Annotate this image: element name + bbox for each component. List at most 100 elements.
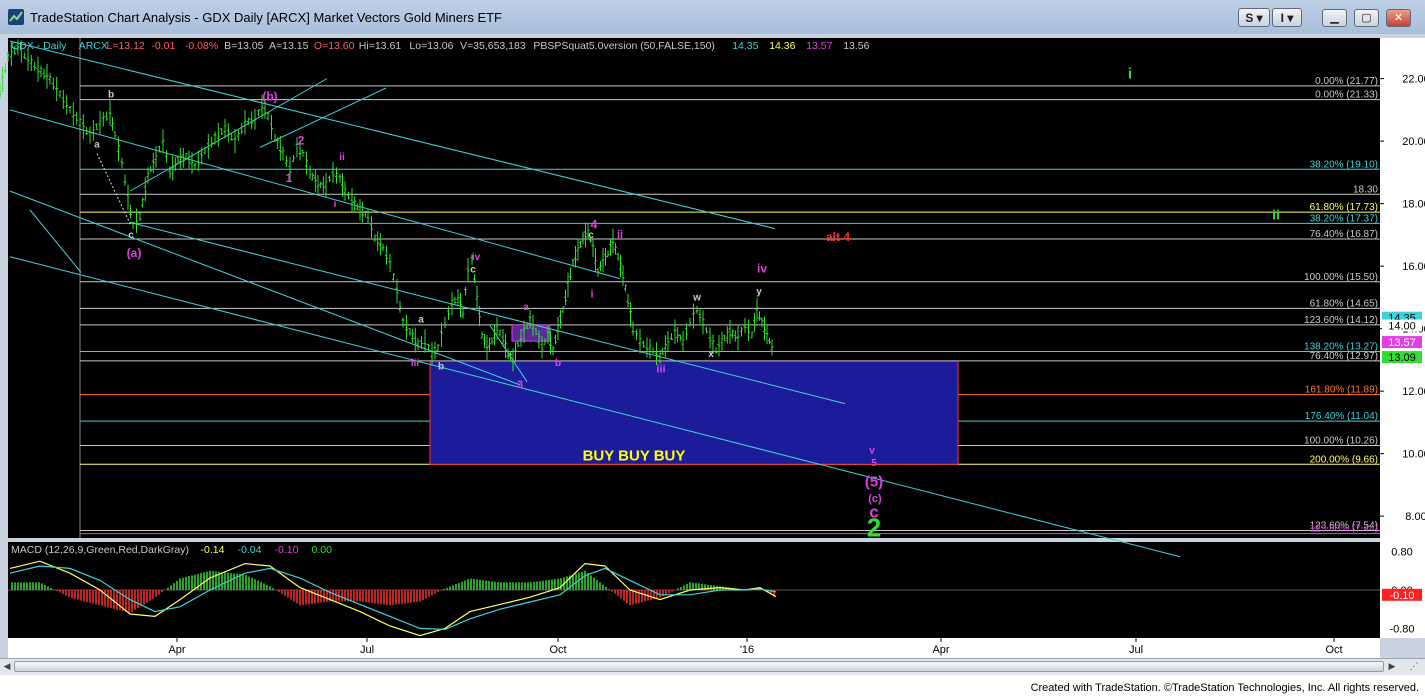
resize-grip-icon: ⋰ [1409,661,1419,671]
wave-label: 2 [867,512,881,542]
price-axis-label: 18.00 [1402,199,1425,211]
wave-label: i [590,288,593,300]
fib-level-label: 0.00% (21.77) [1315,76,1378,87]
time-axis-label: Jul [360,644,374,656]
wave-label: w [692,293,701,304]
s-menu-button[interactable]: S ▾ [1238,8,1270,27]
wave-label: c [128,230,134,241]
header-field: PBSPSquat5.0version (50,FALSE,150) [533,40,715,52]
buy-zone-label: BUY BUY BUY [583,447,686,464]
wave-label: (b) [262,90,277,104]
wave-label: x [708,349,714,360]
study-value: 13.57 [806,40,832,52]
macd-header-value: -0.04 [238,544,262,556]
scroll-right-icon[interactable]: ▶ [1385,660,1399,673]
footer: Created with TradeStation. ©TradeStation… [0,675,1425,697]
close-button[interactable]: ✕ [1386,9,1411,27]
header-field: Hi=13.61 [359,40,401,52]
study-value: 14.36 [769,40,795,52]
fib-level-label: 38.20% (19.10) [1310,159,1378,170]
price-badge-label: 14.00 [1388,321,1416,333]
time-axis-label: Oct [549,644,566,656]
wave-label: a [94,139,100,150]
wave-label: 3 [517,379,523,391]
time-axis-label: Apr [168,644,185,656]
wave-label: iii [656,363,665,375]
price-axis-label: 8.00 [1405,511,1425,523]
header-field: -0.08% [185,40,218,52]
wave-label: i [334,199,337,210]
wave-label: i [1128,66,1132,83]
wave-label: v [869,446,875,457]
header-field: A=13.15 [269,40,309,52]
header-field: -0.01 [151,40,175,52]
fib-level-label: 123.60% (7.44) [1310,524,1378,535]
maximize-icon: ▢ [1361,12,1372,24]
wave-label: 5 [871,458,877,469]
price-badge-label: 13.09 [1388,352,1416,364]
wave-label: c [588,230,594,241]
header-field: GDX - Daily [11,40,67,52]
header-field: B=13.05 [224,40,264,52]
header-field: V=35,653,183 [460,40,526,52]
header-field: L=13.12 [107,40,145,52]
wave-label: a [523,302,529,313]
macd-header-value: -0.14 [201,544,225,556]
price-axis-label: 22.00 [1402,74,1425,86]
buy-zone-box [429,360,959,465]
wave-label: ii [339,152,345,163]
scrollbar-thumb[interactable] [14,661,1384,672]
header-field: O=13.60 [314,40,355,52]
window-titlebar: TradeStation Chart Analysis - GDX Daily … [0,0,1425,35]
macd-badge-label: -0.10 [1389,590,1414,602]
footer-credit: Created with TradeStation. ©TradeStation… [1030,682,1419,694]
wave-label: ii [617,229,623,241]
macd-header-value: -0.10 [275,544,299,556]
i-menu-button[interactable]: I ▾ [1272,8,1302,27]
study-value: 13.56 [843,40,869,52]
minimize-icon: ▁ [1330,12,1339,24]
fib-level-label: 161.80% (11.89) [1305,385,1378,396]
s-button-label: S [1245,11,1254,25]
price-axis-label: 16.00 [1402,261,1425,273]
chart-area[interactable]: 0.00% (21.77) 0.00% (21.33) 38.20% (19.10)… [0,34,1425,658]
wave-label: b [438,361,444,372]
fib-level-label: 200.00% (9.66) [1310,454,1378,465]
header-field: ARCX [79,40,108,52]
fib-level-label: 61.80% (14.65) [1310,298,1378,309]
maximize-button[interactable]: ▢ [1354,9,1379,27]
wave-label: b [108,89,114,100]
wave-label: iv [757,261,767,275]
i-button-label: I [1280,11,1284,25]
fib-level-label: 176.40% (11.04) [1305,411,1378,422]
macd-header-value: 0.00 [312,544,333,556]
wave-label: iv [472,252,481,263]
fib-level-label: 100.00% (15.50) [1304,272,1378,283]
fib-level-label: 76.40% (16.87) [1310,229,1378,240]
time-axis-panel [8,638,1380,658]
fib-level-label: 38.20% (17.37) [1310,213,1378,224]
wave-label: (a) [127,246,142,260]
fib-level-label: 100.00% (10.26) [1304,436,1378,447]
time-axis-label: Jul [1129,644,1143,656]
wave-label: y [756,286,762,297]
window-title: TradeStation Chart Analysis - GDX Daily … [30,10,502,25]
fib-level-label: 76.40% (12.97) [1310,351,1378,362]
wave-label: a [418,314,424,325]
minimize-button[interactable]: ▁ [1322,9,1347,27]
macd-axis-label: -0.80 [1389,623,1414,635]
wave-label: 1 [286,171,293,185]
macd-header-name: MACD (12,26,9,Green,Red,DarkGray) [11,544,189,556]
close-icon: ✕ [1393,12,1404,24]
horizontal-scrollbar[interactable]: ◀ ▶ ⋰ [0,658,1425,675]
time-axis-label: Oct [1325,644,1342,656]
wave-label: alt 4 [826,230,850,244]
fib-level-label: 0.00% (21.33) [1315,90,1378,101]
fib-level-label: 123.60% (14.12) [1304,315,1378,326]
wave-label: c [470,264,476,275]
scroll-left-icon[interactable]: ◀ [0,660,14,673]
price-axis-label: 12.00 [1402,386,1425,398]
fib-level-label: 61.80% (17.73) [1310,202,1378,213]
wave-label: iii [411,358,420,369]
price-badge-label: 13.57 [1388,337,1416,349]
